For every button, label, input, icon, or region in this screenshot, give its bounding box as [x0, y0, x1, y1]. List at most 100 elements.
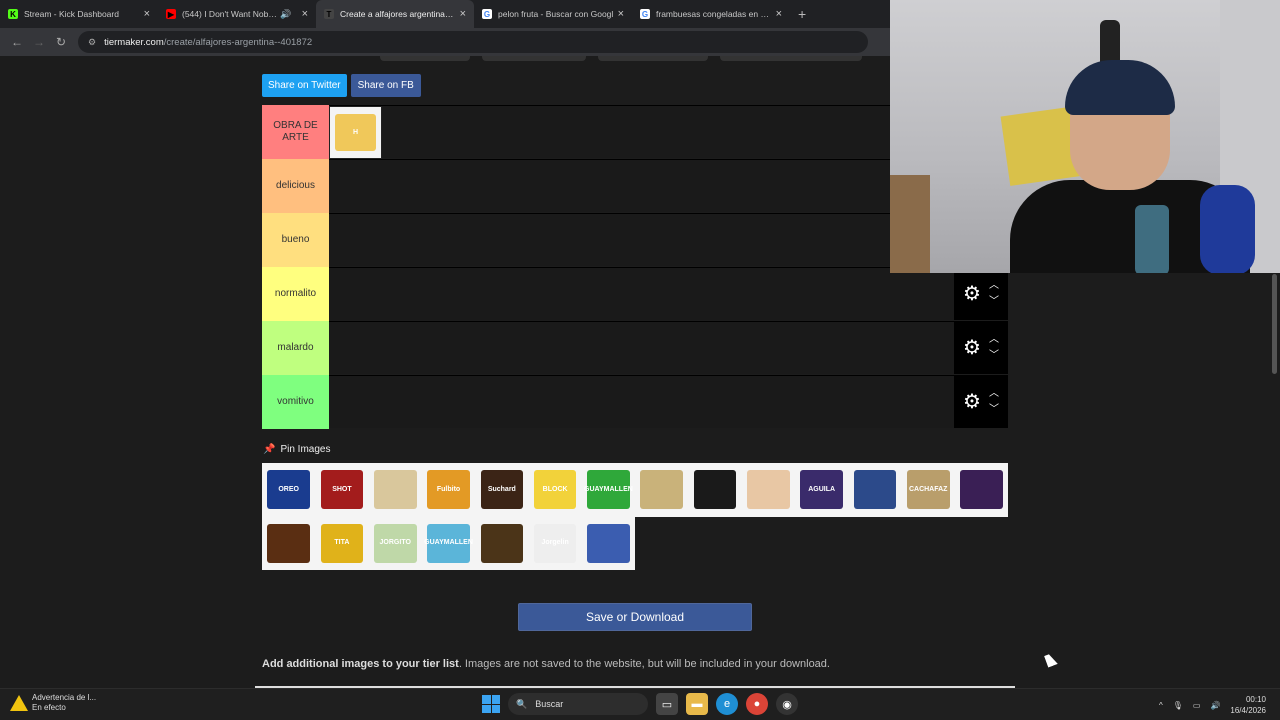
chevron-up-icon[interactable]: ︿ [989, 332, 999, 348]
tier-image-item[interactable]: TITA [315, 516, 369, 570]
tab-close-icon[interactable]: × [302, 8, 308, 20]
tab-title: (544) I Don't Want Nobody [182, 9, 281, 19]
tab-close-icon[interactable]: × [460, 8, 466, 20]
add-images-instructions: Add additional images to your tier list.… [262, 658, 830, 670]
reload-icon[interactable]: ↻ [50, 35, 72, 49]
image-pool: OREO SHOT Fulbito Suchard BLOCK GUAYMALLEN AGU… [262, 463, 1009, 570]
tier-image-item[interactable]: GUAYMALLEN [581, 463, 636, 517]
tier-label[interactable]: OBRA DE ARTE [262, 105, 329, 159]
tier-image-item[interactable] [741, 463, 795, 517]
forward-icon[interactable]: → [28, 35, 50, 49]
windows-taskbar: Advertencia de l... En efecto 🔍 Buscar ▭… [0, 688, 1280, 720]
chrome-icon[interactable]: ● [746, 693, 768, 715]
chevron-down-icon[interactable]: ﹀ [989, 348, 999, 364]
tier-label[interactable]: bueno [262, 213, 329, 267]
browser-tab[interactable]: T Create a alfajores argentina Tie × [316, 0, 474, 28]
tier-image-item[interactable]: BLOCK [528, 463, 582, 517]
tier-image-item[interactable]: Jorgelin [528, 516, 582, 570]
back-icon[interactable]: ← [6, 35, 28, 49]
tier-row: normalito ⚙ ︿ ﹀ [262, 267, 1008, 321]
alfajor-package-image: GUAYMALLEN [584, 470, 633, 509]
scrollbar-thumb[interactable] [1272, 274, 1277, 374]
tab-favicon-icon: G [640, 9, 650, 19]
tier-image-item[interactable] [954, 463, 1009, 517]
tier-image-item[interactable]: CACHAFAZ [901, 463, 955, 517]
alfajor-package-image: H [335, 114, 376, 151]
alfajor-package-image: GUAYMALLEN [424, 523, 473, 563]
gear-icon[interactable]: ⚙ [963, 281, 981, 306]
volume-icon[interactable]: 🔊 [1210, 701, 1220, 710]
alfajor-package-image [640, 470, 684, 509]
add-images-bold: Add additional images to your tier list [262, 658, 459, 670]
browser-tab[interactable]: K Stream - Kick Dashboard × [0, 0, 158, 28]
tier-image-item[interactable] [688, 463, 742, 517]
task-view-icon[interactable]: ▭ [656, 693, 678, 715]
taskbar-search[interactable]: 🔍 Buscar [508, 693, 648, 715]
chevron-up-icon[interactable]: ︿ [989, 278, 999, 294]
taskbar-warning[interactable]: Advertencia de l... En efecto [10, 693, 96, 713]
tier-image-item[interactable] [635, 463, 689, 517]
tier-image-item[interactable] [262, 516, 316, 570]
tray-expand-icon[interactable]: ^ [1159, 701, 1163, 710]
chevron-up-icon[interactable]: ︿ [989, 386, 999, 402]
url-field[interactable]: ⚙ tiermaker.com/create/alfajores-argenti… [78, 31, 868, 53]
webcam-person-sleeve [1200, 185, 1255, 273]
nav-remnant [598, 56, 708, 61]
tier-drop-zone[interactable] [329, 321, 954, 374]
pin-images-toggle[interactable]: 📌 Pin Images [263, 444, 330, 455]
tab-title: pelon fruta - Buscar con Googl [498, 9, 614, 19]
tab-close-icon[interactable]: × [618, 8, 624, 20]
browser-tab[interactable]: Gpelon fruta - Buscar con Googl × [474, 0, 632, 28]
tier-row: vomitivo ⚙ ︿ ﹀ [262, 375, 1008, 429]
tier-image-item[interactable] [368, 463, 422, 517]
alfajor-package-image [853, 470, 897, 509]
tier-image-item[interactable] [581, 516, 636, 570]
tier-row: malardo ⚙ ︿ ﹀ [262, 321, 1008, 375]
share-fb-button[interactable]: Share on FB [350, 74, 421, 97]
tier-image-item[interactable] [475, 516, 529, 570]
chevron-down-icon[interactable]: ﹀ [989, 402, 999, 418]
microphone-icon[interactable]: 🎙 [1173, 701, 1183, 710]
tier-image-item[interactable]: Fulbito [421, 463, 476, 517]
tier-label[interactable]: delicious [262, 159, 329, 213]
tab-close-icon[interactable]: × [776, 8, 782, 20]
tier-image-item[interactable]: OREO [262, 463, 316, 517]
gear-icon[interactable]: ⚙ [963, 389, 981, 414]
tier-drop-zone[interactable] [329, 267, 954, 320]
gear-icon[interactable]: ⚙ [963, 335, 981, 360]
share-twitter-button[interactable]: Share on Twitter [262, 74, 347, 97]
tier-label[interactable]: vomitivo [262, 375, 329, 429]
site-info-icon[interactable]: ⚙ [88, 37, 96, 48]
browser-tab[interactable]: Gframbuesas congeladas en blis × [632, 0, 790, 28]
tab-close-icon[interactable]: × [144, 8, 150, 20]
network-icon[interactable]: ▭ [1193, 701, 1201, 710]
top-nav-remnants [380, 56, 880, 62]
browser-tab[interactable]: ▶ (544) I Don't Want Nobody 🔊 × [158, 0, 316, 28]
tier-image-item[interactable]: H [329, 106, 382, 159]
tier-image-item[interactable]: Suchard [475, 463, 529, 517]
save-download-button[interactable]: Save or Download [518, 603, 752, 631]
clock[interactable]: 00:10 16/4/2026 [1230, 694, 1266, 716]
alfajor-package-image: TITA [320, 523, 364, 563]
obs-icon[interactable]: ◉ [776, 693, 798, 715]
browser-tab-bar: K Stream - Kick Dashboard × ▶ (544) I Don't … [0, 0, 890, 28]
tier-image-item[interactable]: JORGITO [368, 516, 422, 570]
tier-image-item[interactable] [848, 463, 902, 517]
edge-icon[interactable]: e [716, 693, 738, 715]
warning-subtitle: En efecto [32, 703, 66, 712]
tab-audio-icon[interactable]: 🔊 [280, 9, 291, 20]
tier-label[interactable]: malardo [262, 321, 329, 375]
share-buttons: Share on Twitter Share on FB [262, 74, 421, 97]
file-explorer-icon[interactable]: ▬ [686, 693, 708, 715]
tier-label[interactable]: normalito [262, 267, 329, 321]
chevron-down-icon[interactable]: ﹀ [989, 294, 999, 310]
tier-image-item[interactable]: GUAYMALLEN [421, 516, 476, 570]
alfajor-package-image [480, 523, 524, 563]
tier-drop-zone[interactable] [329, 375, 954, 428]
new-tab-icon[interactable]: + [790, 0, 814, 28]
alfajor-package-image [373, 470, 417, 509]
tier-image-item[interactable]: SHOT [315, 463, 369, 517]
start-icon[interactable] [482, 695, 500, 713]
tab-title: Stream - Kick Dashboard [24, 9, 119, 19]
tier-image-item[interactable]: AGUILA [794, 463, 849, 517]
